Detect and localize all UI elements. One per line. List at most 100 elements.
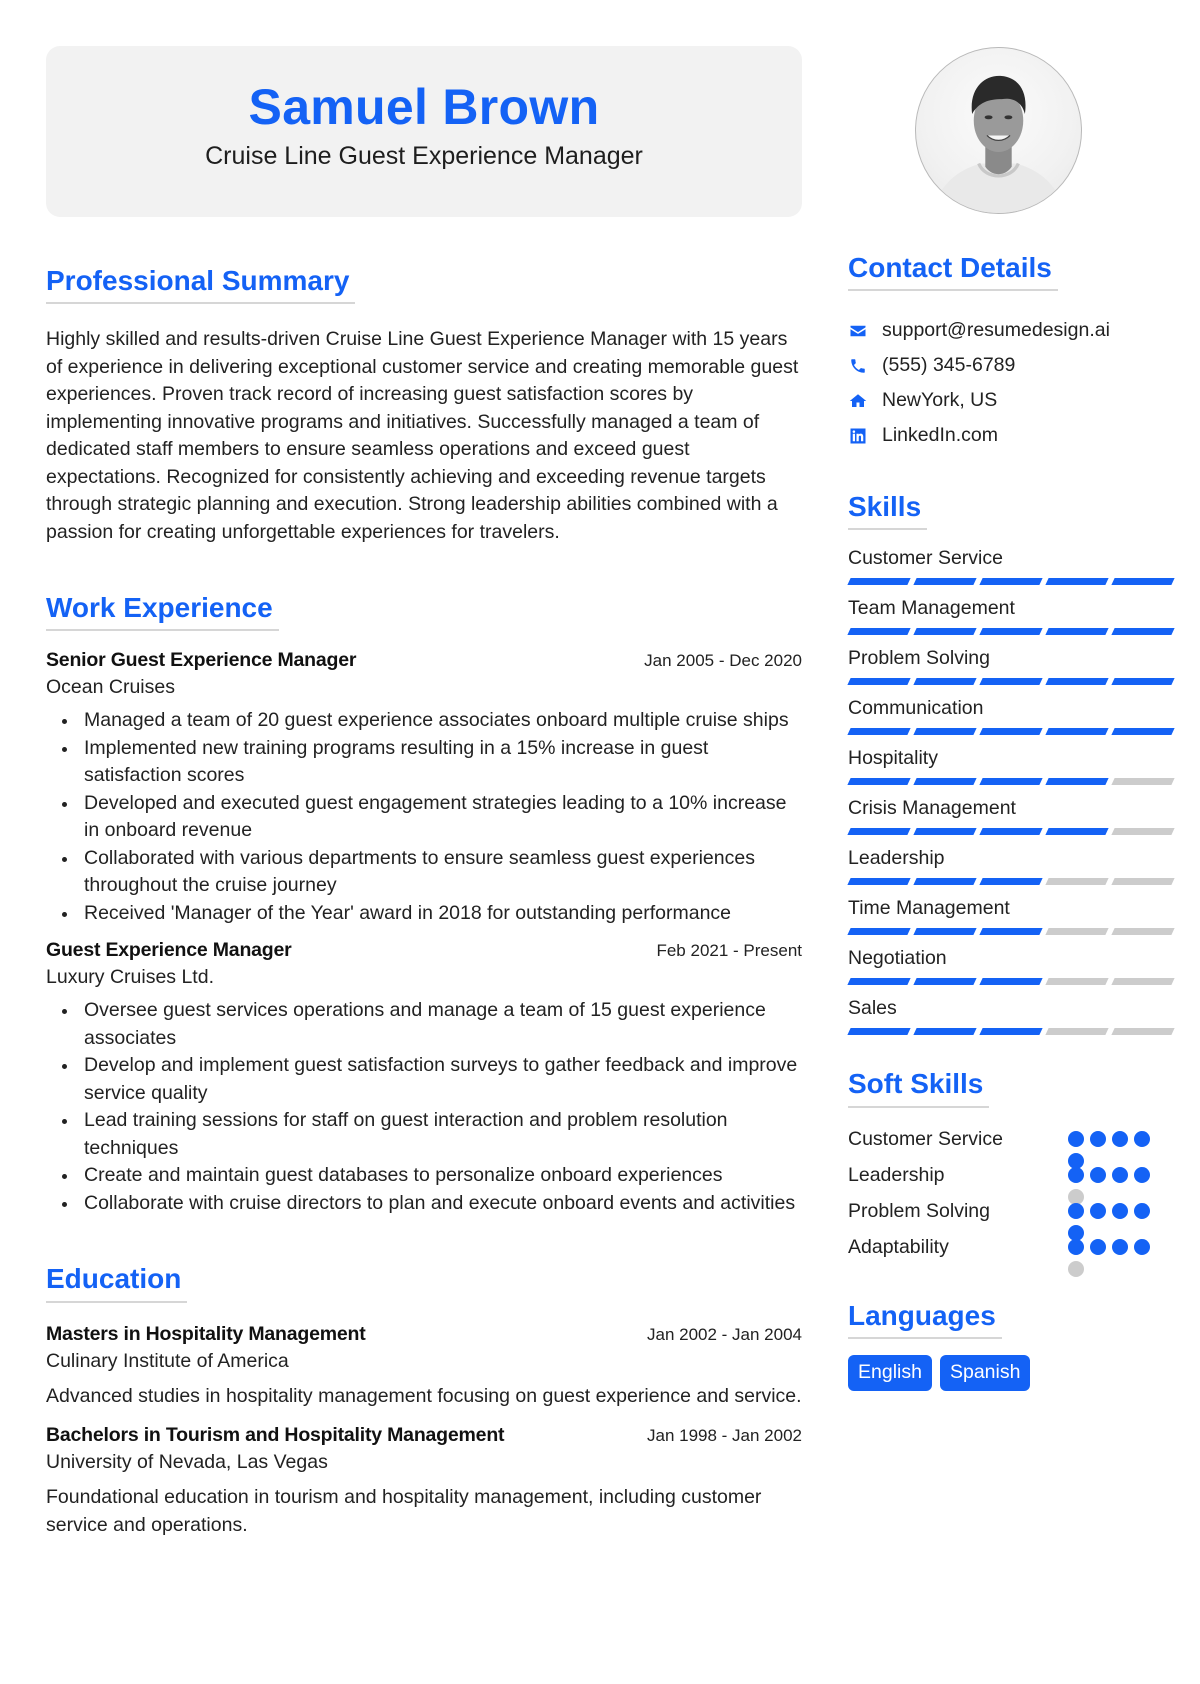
rating-dot-filled — [1112, 1202, 1128, 1219]
skill-segment-filled — [847, 928, 911, 936]
skill-level-bar — [847, 728, 1178, 736]
education-description: Foundational education in tourism and ho… — [46, 1485, 762, 1536]
contact-location-text: NewYork, US — [882, 389, 998, 412]
rating-dot-filled — [1068, 1166, 1084, 1183]
skill-segment-empty — [1111, 828, 1175, 836]
job-title: Guest Experience Manager — [46, 939, 292, 962]
job-dates: Feb 2021 - Present — [656, 941, 802, 961]
job-entry: Senior Guest Experience Manager Jan 2005… — [46, 649, 802, 927]
job-company: Luxury Cruises Ltd. — [46, 966, 214, 989]
skill-item: Crisis Management — [847, 796, 1178, 846]
job-bullet: Create and maintain guest databases to p… — [62, 1162, 802, 1190]
skill-item: Negotiation — [847, 946, 1178, 996]
skill-segment-empty — [1045, 928, 1109, 936]
skill-level-bar — [847, 1028, 1178, 1036]
rating-dot-filled — [1090, 1238, 1106, 1255]
contact-email[interactable]: support@resumedesign.ai — [848, 313, 1178, 348]
soft-skill-item: Adaptability — [848, 1234, 1178, 1277]
skill-segment-filled — [1045, 778, 1109, 786]
education-section: Education Masters in Hospitality Managem… — [46, 1263, 802, 1538]
skill-segment-filled — [979, 778, 1043, 786]
job-entry: Guest Experience Manager Feb 2021 - Pres… — [46, 939, 802, 1217]
skill-item: Team Management — [847, 596, 1178, 646]
skill-item: Customer Service — [847, 546, 1178, 596]
rating-dot-filled — [1134, 1166, 1150, 1183]
skill-level-bar — [847, 678, 1178, 686]
skill-segment-filled — [847, 578, 911, 586]
skill-segment-empty — [1111, 778, 1175, 786]
header-card: Samuel Brown Cruise Line Guest Experienc… — [46, 46, 802, 217]
skill-segment-filled — [847, 978, 911, 986]
work-experience-section: Work Experience Senior Guest Experience … — [46, 592, 802, 1217]
skill-segment-filled — [1045, 578, 1109, 586]
skill-name: Sales — [848, 997, 897, 1020]
skill-segment-filled — [913, 778, 977, 786]
skill-level-bar — [847, 628, 1178, 636]
skill-name: Time Management — [848, 897, 1010, 920]
contact-section: Contact Details support@resumedesign.ai … — [848, 252, 1178, 453]
skill-segment-filled — [847, 1028, 911, 1036]
skill-name: Problem Solving — [848, 647, 990, 670]
rating-dot-filled — [1068, 1130, 1084, 1147]
skill-segment-empty — [1045, 978, 1109, 986]
skill-segment-filled — [847, 728, 911, 736]
rating-dot-filled — [1134, 1130, 1150, 1147]
skill-item: Problem Solving — [847, 646, 1178, 696]
education-entry: Masters in Hospitality Management Jan 20… — [46, 1323, 802, 1410]
education-entry: Bachelors in Tourism and Hospitality Man… — [46, 1424, 802, 1539]
skill-segment-filled — [847, 828, 911, 836]
skill-level-bar — [847, 878, 1178, 886]
person-portrait-icon — [932, 75, 1065, 213]
skill-segment-filled — [913, 1028, 977, 1036]
languages-list: English Spanish — [848, 1354, 1178, 1391]
soft-skills-heading: Soft Skills — [848, 1068, 990, 1108]
home-icon — [848, 391, 868, 411]
envelope-icon — [848, 321, 868, 341]
rating-dot-filled — [1068, 1238, 1084, 1255]
phone-icon — [848, 356, 868, 376]
soft-skill-name: Customer Service — [848, 1127, 1003, 1150]
linkedin-icon — [848, 426, 868, 446]
skill-level-bar — [847, 778, 1178, 786]
soft-skill-item: Problem Solving — [848, 1198, 1178, 1241]
soft-skill-name: Leadership — [848, 1163, 945, 1186]
skill-name: Communication — [848, 697, 984, 720]
contact-linkedin[interactable]: LinkedIn.com — [848, 418, 1178, 453]
candidate-name: Samuel Brown — [248, 79, 600, 135]
skill-level-bar — [847, 828, 1178, 836]
job-company: Ocean Cruises — [46, 676, 175, 699]
skill-item: Hospitality — [847, 746, 1178, 796]
soft-skill-rating — [1068, 1234, 1160, 1277]
contact-linkedin-text: LinkedIn.com — [882, 424, 998, 447]
skill-segment-empty — [1111, 878, 1175, 886]
rating-dot-filled — [1112, 1166, 1128, 1183]
rating-dot-filled — [1134, 1238, 1150, 1255]
skill-name: Negotiation — [848, 947, 947, 970]
rating-dot-filled — [1068, 1202, 1084, 1219]
skill-level-bar — [847, 578, 1178, 586]
soft-skill-name: Problem Solving — [848, 1199, 990, 1222]
skill-name: Customer Service — [848, 547, 1003, 570]
skill-segment-filled — [847, 678, 911, 686]
education-heading: Education — [46, 1263, 188, 1303]
rating-dot-filled — [1090, 1202, 1106, 1219]
contact-email-text: support@resumedesign.ai — [882, 319, 1110, 342]
skill-segment-filled — [913, 678, 977, 686]
candidate-title: Cruise Line Guest Experience Manager — [205, 142, 643, 170]
job-title: Senior Guest Experience Manager — [46, 649, 357, 672]
skill-level-bar — [847, 978, 1178, 986]
skill-segment-filled — [979, 828, 1043, 836]
skill-name: Leadership — [848, 847, 945, 870]
skill-segment-filled — [1111, 628, 1175, 636]
skill-segment-filled — [979, 1028, 1043, 1036]
skill-name: Team Management — [848, 597, 1015, 620]
rating-dot-empty — [1068, 1260, 1084, 1277]
contact-phone-text: (555) 345-6789 — [882, 354, 1016, 377]
sidebar: Contact Details support@resumedesign.ai … — [847, 252, 1178, 1391]
skill-segment-filled — [847, 778, 911, 786]
skill-segment-empty — [1045, 878, 1109, 886]
contact-phone[interactable]: (555) 345-6789 — [848, 348, 1178, 383]
skill-item: Time Management — [847, 896, 1178, 946]
job-bullet: Develop and implement guest satisfaction… — [62, 1052, 802, 1107]
degree-title: Masters in Hospitality Management — [46, 1322, 366, 1345]
